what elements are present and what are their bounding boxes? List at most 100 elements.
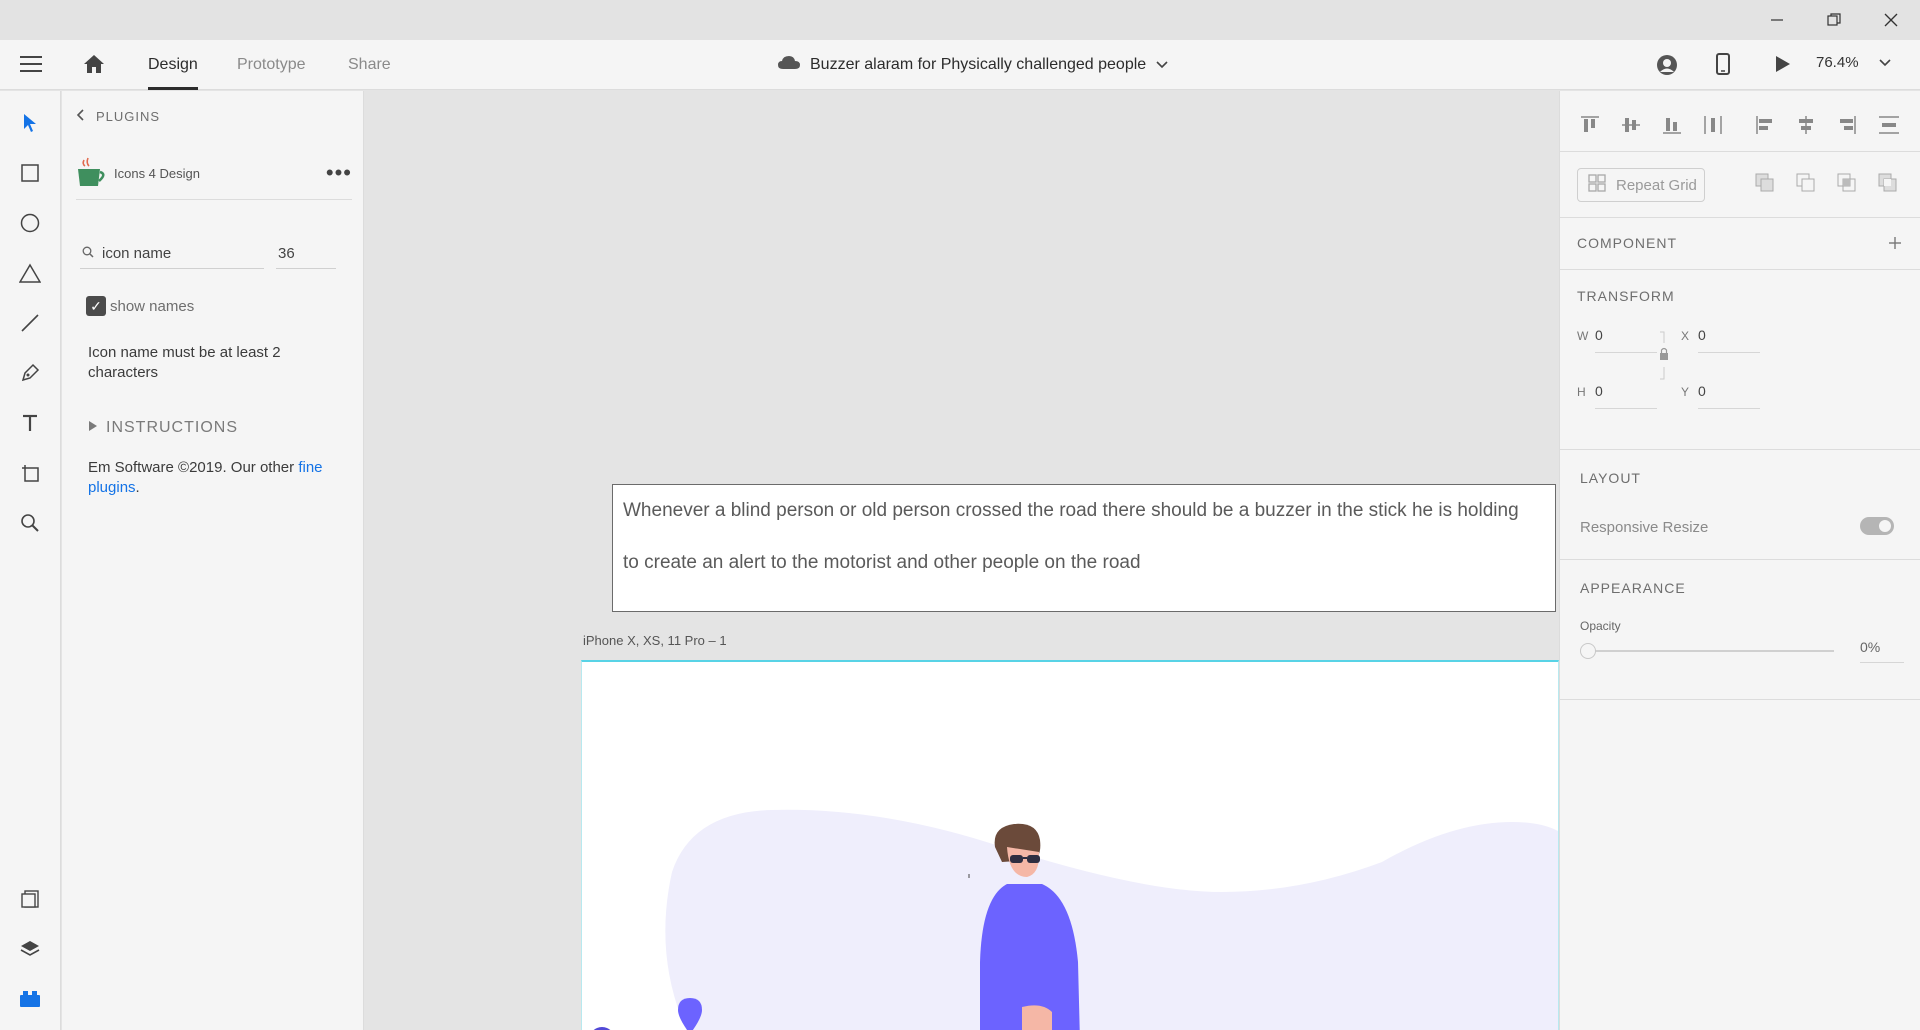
zoom-dropdown[interactable]: 76.4%	[1816, 54, 1891, 71]
icon-name-placeholder: icon name	[102, 245, 172, 262]
tool-rail	[0, 91, 61, 1030]
height-field[interactable]: 0	[1595, 383, 1657, 409]
ellipse-tool-icon[interactable]	[16, 209, 44, 237]
validation-message: Icon name must be at least 2 characters	[88, 344, 281, 381]
restore-icon[interactable]	[1805, 0, 1862, 40]
play-preview-icon[interactable]	[1775, 55, 1791, 73]
responsive-resize-label: Responsive Resize	[1580, 519, 1709, 536]
boolean-add-icon[interactable]	[1755, 173, 1775, 198]
component-label: COMPONENT	[1577, 235, 1677, 251]
zoom-tool-icon[interactable]	[16, 509, 44, 537]
opacity-label: Opacity	[1580, 619, 1621, 633]
add-component-icon[interactable]	[1888, 236, 1902, 255]
pen-tool-icon[interactable]	[16, 359, 44, 387]
credit-text: Em Software ©2019. Our other fine plugin…	[88, 459, 323, 496]
polygon-tool-icon[interactable]	[16, 259, 44, 287]
plugins-panel: PLUGINS Icons 4 Design ••• icon name 36 …	[62, 91, 364, 1030]
coffee-cup-icon	[76, 156, 108, 193]
divider	[1560, 559, 1920, 560]
layers-icon[interactable]	[16, 935, 44, 963]
slider-track	[1588, 650, 1834, 652]
zoom-level: 76.4%	[1816, 54, 1859, 71]
artboard[interactable]	[581, 660, 1559, 1030]
y-field[interactable]: 0	[1698, 383, 1760, 409]
distribute-horizontal-icon[interactable]	[1878, 115, 1900, 140]
checkbox-checked-icon[interactable]: ✓	[86, 296, 106, 316]
align-center-icon[interactable]	[1796, 115, 1816, 140]
tab-design[interactable]: Design	[148, 40, 198, 90]
plugins-icon[interactable]	[16, 985, 44, 1013]
boolean-subtract-icon[interactable]	[1796, 173, 1816, 198]
close-icon[interactable]	[1862, 0, 1919, 40]
align-left-icon[interactable]	[1755, 115, 1775, 140]
more-options-icon[interactable]: •••	[326, 160, 352, 186]
repeat-grid-button[interactable]: Repeat Grid	[1577, 168, 1705, 202]
y-label: Y	[1681, 385, 1690, 399]
plugin-name: Icons 4 Design	[114, 166, 200, 181]
show-names-checkbox[interactable]: ✓ show names	[86, 296, 194, 316]
search-icon	[82, 245, 94, 262]
chevron-left-icon	[76, 109, 84, 124]
note-line-1: Whenever a blind person or old person cr…	[623, 500, 1519, 521]
icon-size-input[interactable]: 36	[276, 239, 336, 269]
minimize-icon[interactable]	[1748, 0, 1805, 40]
note-line-2: to create an alert to the motorist and o…	[623, 552, 1141, 573]
slider-thumb[interactable]	[1580, 643, 1596, 659]
home-icon[interactable]	[82, 53, 106, 75]
device-preview-icon[interactable]	[1716, 53, 1730, 75]
divider	[1560, 449, 1920, 450]
design-canvas[interactable]: Whenever a blind person or old person cr…	[365, 91, 1559, 1030]
user-share-icon[interactable]	[1656, 54, 1678, 76]
x-field[interactable]: 0	[1698, 327, 1760, 353]
cloud-icon	[778, 55, 800, 75]
divider	[1560, 269, 1920, 270]
document-title: Buzzer alaram for Physically challenged …	[810, 56, 1147, 73]
plugin-row: Icons 4 Design •••	[76, 154, 352, 200]
artboard-tool-icon[interactable]	[16, 459, 44, 487]
distribute-vertical-icon[interactable]	[1703, 115, 1723, 140]
icon-size-value: 36	[278, 245, 295, 262]
plugins-back-button[interactable]: PLUGINS	[76, 109, 160, 124]
divider	[1560, 217, 1920, 218]
title-bar	[0, 0, 1920, 40]
icon-name-input[interactable]: icon name	[80, 239, 264, 269]
align-bottom-icon[interactable]	[1662, 115, 1682, 140]
align-right-icon[interactable]	[1837, 115, 1857, 140]
instructions-toggle[interactable]: INSTRUCTIONS	[88, 419, 238, 437]
assets-icon[interactable]	[16, 885, 44, 913]
divider	[1560, 151, 1920, 152]
divider	[1560, 699, 1920, 700]
triangle-right-icon	[88, 419, 98, 437]
text-tool-icon[interactable]	[16, 409, 44, 437]
document-title-dropdown[interactable]: Buzzer alaram for Physically challenged …	[778, 40, 1168, 90]
repeat-grid-label: Repeat Grid	[1616, 176, 1697, 194]
opacity-slider[interactable]	[1580, 643, 1836, 659]
lavender-background-shape	[665, 809, 1558, 1030]
opacity-field[interactable]: 0%	[1860, 639, 1904, 663]
width-label: W	[1577, 329, 1589, 343]
hamburger-menu-icon[interactable]	[20, 55, 42, 73]
responsive-resize-toggle[interactable]	[1860, 517, 1894, 535]
note-text-box[interactable]: Whenever a blind person or old person cr…	[612, 484, 1556, 612]
select-tool-icon[interactable]	[16, 109, 44, 137]
align-top-icon[interactable]	[1580, 115, 1600, 140]
artboard-label[interactable]: iPhone X, XS, 11 Pro – 1	[583, 633, 727, 648]
lock-aspect-icon[interactable]	[1658, 331, 1670, 386]
align-middle-icon[interactable]	[1621, 115, 1641, 140]
tab-share[interactable]: Share	[348, 40, 391, 90]
tab-prototype[interactable]: Prototype	[237, 40, 305, 90]
boolean-intersect-icon[interactable]	[1837, 173, 1857, 198]
appearance-label: APPEARANCE	[1580, 580, 1686, 596]
toggle-knob	[1879, 520, 1891, 532]
boolean-exclude-icon[interactable]	[1878, 173, 1898, 198]
layout-label: LAYOUT	[1580, 470, 1641, 486]
property-inspector: Repeat Grid COMPONENT TRANSFORM W 0 X 0 …	[1559, 91, 1920, 1030]
show-names-label: show names	[110, 297, 195, 315]
width-field[interactable]: 0	[1595, 327, 1657, 353]
top-toolbar: Design Prototype Share Buzzer alaram for…	[0, 40, 1920, 90]
line-tool-icon[interactable]	[16, 309, 44, 337]
chevron-down-icon	[1878, 54, 1891, 71]
x-label: X	[1681, 329, 1690, 343]
rectangle-tool-icon[interactable]	[16, 159, 44, 187]
instructions-label: INSTRUCTIONS	[106, 419, 238, 436]
